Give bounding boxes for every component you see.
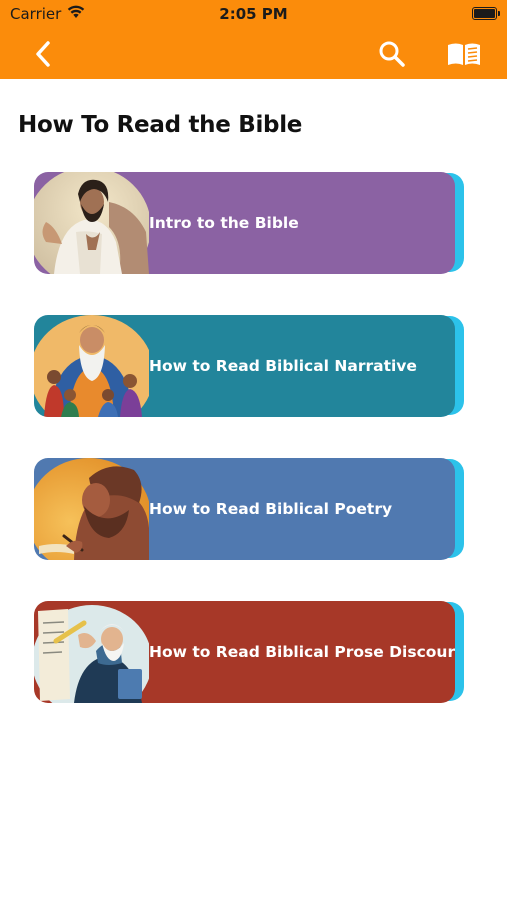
search-icon — [379, 41, 405, 67]
card-surface: How to Read Biblical Narrative — [34, 315, 455, 417]
search-button[interactable] — [374, 36, 410, 72]
chevron-left-icon — [36, 41, 50, 67]
nav-bar — [0, 28, 507, 79]
card-surface: How to Read Biblical Poetry — [34, 458, 455, 560]
reader-button[interactable] — [446, 36, 482, 72]
card-illustration-storyteller — [34, 315, 149, 417]
card-illustration-poet — [34, 458, 149, 560]
card-biblical-prose-discourse[interactable]: How to Read Biblical Prose Discourse — [34, 601, 466, 703]
card-biblical-narrative[interactable]: How to Read Biblical Narrative — [34, 315, 466, 417]
card-illustration-teacher — [34, 172, 149, 274]
back-button[interactable] — [25, 36, 61, 72]
card-surface: Intro to the Bible — [34, 172, 455, 274]
card-label: Intro to the Bible — [149, 214, 299, 232]
battery-icon — [472, 7, 500, 20]
card-surface: How to Read Biblical Prose Discourse — [34, 601, 455, 703]
page-title: How To Read the Bible — [18, 112, 303, 138]
card-biblical-poetry[interactable]: How to Read Biblical Poetry — [34, 458, 466, 560]
status-bar: Carrier 2:05 PM — [0, 0, 507, 28]
open-book-icon — [448, 43, 480, 65]
card-illustration-writer — [34, 605, 149, 703]
card-label: How to Read Biblical Prose Discourse — [149, 643, 455, 661]
card-label: How to Read Biblical Narrative — [149, 357, 417, 375]
card-label: How to Read Biblical Poetry — [149, 500, 393, 518]
card-intro-to-the-bible[interactable]: Intro to the Bible — [34, 172, 466, 274]
status-time: 2:05 PM — [219, 5, 288, 23]
